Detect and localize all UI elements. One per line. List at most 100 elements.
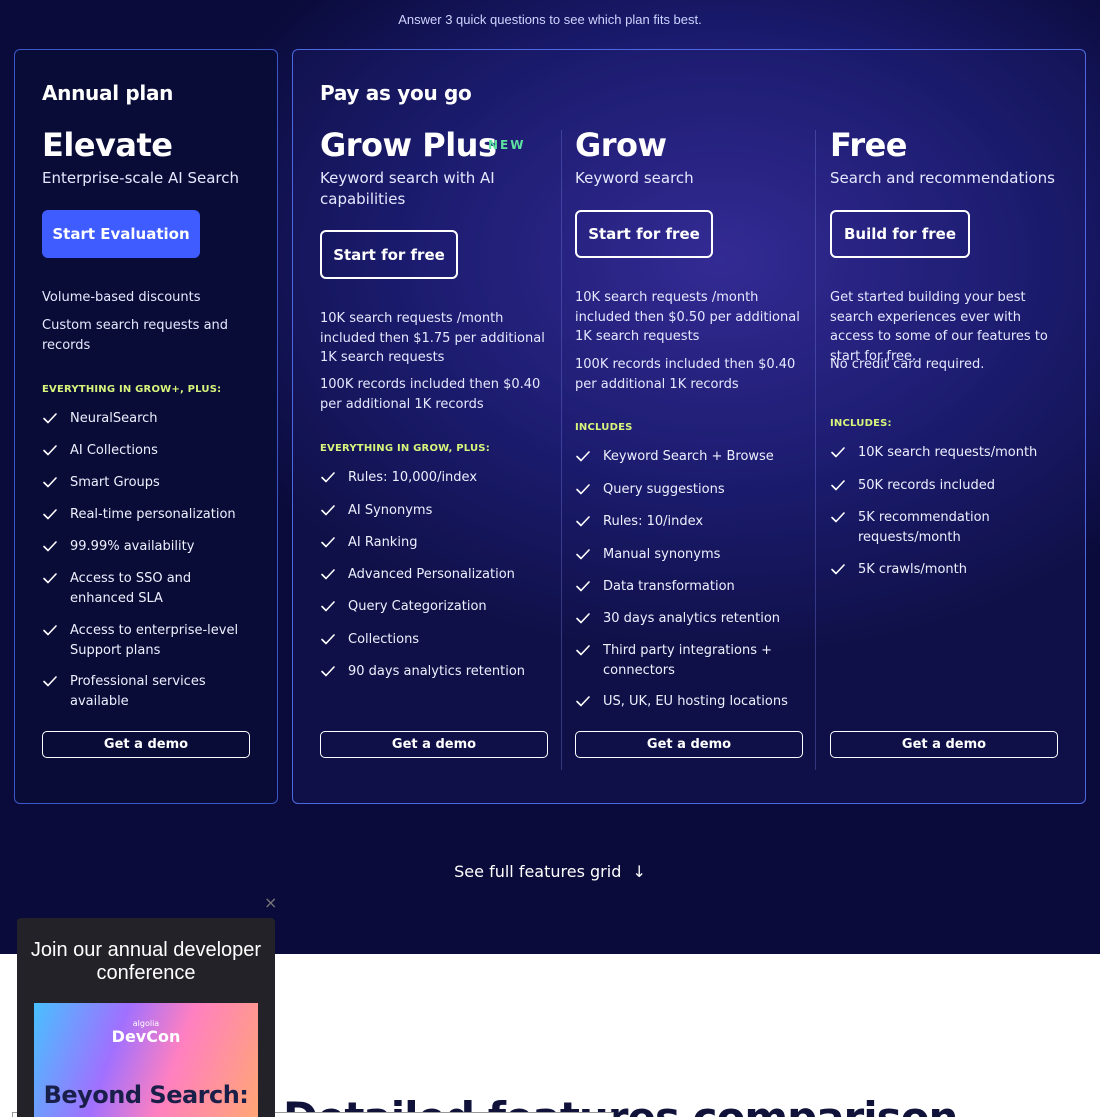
feature-label: 90 days analytics retention <box>348 664 526 679</box>
elevate-desc-1: Volume-based discounts <box>42 290 201 305</box>
elevate-subtitle: Enterprise-scale AI Search <box>42 169 239 187</box>
grow-get-demo-button[interactable]: Get a demo <box>575 731 803 758</box>
check-icon <box>42 410 58 426</box>
feature-label: Query Categorization <box>348 599 487 614</box>
feature-label: Data transformation <box>603 579 735 594</box>
feature-item: 90 days analytics retention <box>320 662 552 682</box>
elevate-desc-2: Custom search requests and records <box>42 318 229 353</box>
check-icon <box>575 578 591 594</box>
feature-label: Smart Groups <box>70 475 160 490</box>
feature-item: Professional services available <box>42 672 257 711</box>
annual-plan-label: Annual plan <box>42 81 174 105</box>
feature-label: Manual synonyms <box>603 547 721 562</box>
elevate-get-demo-button[interactable]: Get a demo <box>42 731 250 758</box>
check-icon <box>42 570 58 586</box>
check-icon <box>42 622 58 638</box>
check-icon <box>575 610 591 626</box>
grow-plan-name: Grow <box>575 126 667 164</box>
feature-item: Query suggestions <box>575 480 800 500</box>
devcon-popup[interactable]: Join our annual developer conference alg… <box>17 918 275 1117</box>
check-icon <box>830 477 846 493</box>
growplus-plan-name: Grow Plus <box>320 126 497 164</box>
check-icon <box>320 663 336 679</box>
feature-label: 5K crawls/month <box>858 562 967 577</box>
quiz-tagline[interactable]: Answer 3 quick questions to see which pl… <box>0 12 1100 27</box>
check-icon <box>42 474 58 490</box>
see-grid-label: See full features grid <box>454 862 622 881</box>
feature-item: Keyword Search + Browse <box>575 447 800 467</box>
pricing-hero: Answer 3 quick questions to see which pl… <box>0 0 1100 954</box>
growplus-desc-1: 10K search requests /month included then… <box>320 311 545 365</box>
check-icon <box>575 642 591 658</box>
feature-label: Access to enterprise-level Support plans <box>70 623 239 658</box>
check-icon <box>320 598 336 614</box>
start-evaluation-button[interactable]: Start Evaluation <box>42 210 200 258</box>
feature-label: 10K search requests/month <box>858 445 1038 460</box>
check-icon <box>42 673 58 689</box>
devcon-promo-image[interactable]: algolia DevCon Beyond Search: <box>34 1003 258 1117</box>
feature-item: 5K recommendation requests/month <box>830 508 1062 547</box>
feature-item: Data transformation <box>575 577 800 597</box>
check-icon <box>830 509 846 525</box>
check-icon <box>575 693 591 709</box>
feature-label: Keyword Search + Browse <box>603 449 774 464</box>
feature-label: AI Ranking <box>348 535 418 550</box>
feature-item: Advanced Personalization <box>320 565 552 585</box>
feature-item: 30 days analytics retention <box>575 609 800 629</box>
growplus-start-free-button[interactable]: Start for free <box>320 230 458 279</box>
free-desc-2: No credit card required. <box>830 357 985 372</box>
check-icon <box>575 513 591 529</box>
feature-item: Smart Groups <box>42 473 257 493</box>
feature-item: Rules: 10,000/index <box>320 468 552 488</box>
check-icon <box>320 631 336 647</box>
growplus-section-label: EVERYTHING IN GROW, PLUS: <box>320 443 490 454</box>
feature-label: Rules: 10/index <box>603 514 704 529</box>
promo-headline: Beyond Search: <box>43 1081 249 1109</box>
feature-item: 5K crawls/month <box>830 560 1062 580</box>
growplus-desc-2: 100K records included then $0.40 per add… <box>320 377 541 412</box>
feature-item: Manual synonyms <box>575 545 800 565</box>
check-icon <box>42 538 58 554</box>
feature-item: Query Categorization <box>320 597 552 617</box>
growplus-get-demo-button[interactable]: Get a demo <box>320 731 548 758</box>
grow-subtitle: Keyword search <box>575 169 694 187</box>
growplus-subtitle: Keyword search with AI capabilities <box>320 169 495 208</box>
check-icon <box>830 444 846 460</box>
payg-label: Pay as you go <box>320 81 472 105</box>
feature-item: Real-time personalization <box>42 505 257 525</box>
feature-label: Collections <box>348 632 420 647</box>
feature-label: 30 days analytics retention <box>603 611 781 626</box>
close-icon[interactable]: × <box>264 895 277 911</box>
feature-label: AI Synonyms <box>348 503 433 518</box>
feature-label: NeuralSearch <box>70 411 158 426</box>
feature-label: 5K recommendation requests/month <box>858 510 990 545</box>
payg-plans-card: Pay as you go Grow Plus NEW Keyword sear… <box>292 49 1086 804</box>
feature-label: 99.99% availability <box>70 539 195 554</box>
feature-item: AI Collections <box>42 441 257 461</box>
check-icon <box>42 442 58 458</box>
check-icon <box>320 566 336 582</box>
arrow-down-icon: ↓ <box>632 862 646 881</box>
see-full-features-link[interactable]: See full features grid ↓ <box>0 862 1100 881</box>
feature-item: NeuralSearch <box>42 409 257 429</box>
free-get-demo-button[interactable]: Get a demo <box>830 731 1058 758</box>
grow-desc-1: 10K search requests /month included then… <box>575 290 800 344</box>
feature-label: Rules: 10,000/index <box>348 470 478 485</box>
popup-title: Join our annual developer conference <box>30 939 262 984</box>
feature-item: Third party integrations + connectors <box>575 641 800 680</box>
build-for-free-button[interactable]: Build for free <box>830 210 970 258</box>
grow-start-free-button[interactable]: Start for free <box>575 210 713 258</box>
feature-label: 50K records included <box>858 478 995 493</box>
feature-item: AI Ranking <box>320 533 552 553</box>
column-divider <box>815 130 816 770</box>
feature-item: Access to enterprise-level Support plans <box>42 621 257 660</box>
grow-section-label: INCLUDES <box>575 422 633 433</box>
free-section-label: INCLUDES: <box>830 418 892 429</box>
check-icon <box>830 561 846 577</box>
feature-item: Collections <box>320 630 552 650</box>
feature-label: Professional services available <box>70 674 206 709</box>
check-icon <box>320 534 336 550</box>
check-icon <box>575 546 591 562</box>
feature-item: Access to SSO and enhanced SLA <box>42 569 257 608</box>
annual-plan-card: Annual plan Elevate Enterprise-scale AI … <box>14 49 278 804</box>
